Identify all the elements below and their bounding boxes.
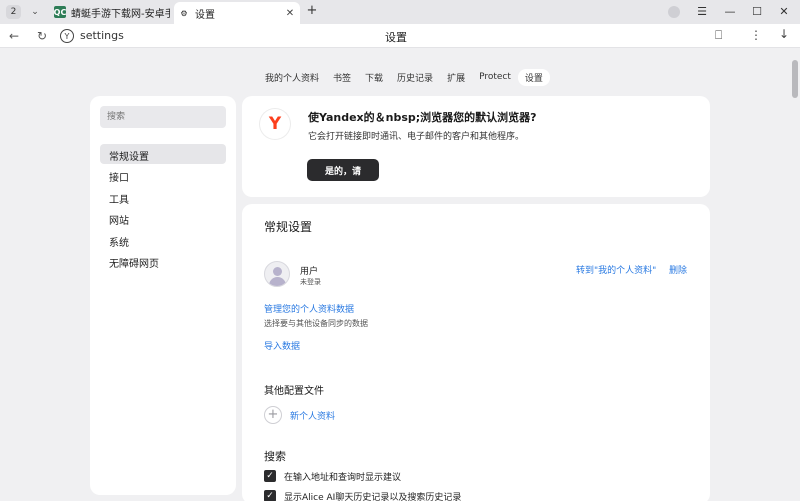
url-text[interactable]: settings (80, 29, 124, 42)
nav-tab-protect[interactable]: Protect (472, 70, 518, 84)
download-icon[interactable]: ↓ (779, 27, 789, 41)
delete-user-link[interactable]: 删除 (669, 263, 687, 276)
search-section-title: 搜索 (264, 450, 286, 463)
page-title: 设置 (385, 31, 407, 44)
tab-count-badge[interactable]: 2 (6, 5, 21, 19)
profile-icon[interactable] (668, 6, 680, 18)
settings-sidebar: 常规设置 接口 工具 网站 系统 无障碍网页 (90, 96, 236, 495)
search-suggestions-checkbox[interactable]: ✓ (264, 470, 276, 482)
user-status: 未登录 (300, 278, 321, 286)
alice-history-label: 显示Alice AI聊天历史记录以及搜索历史记录 (284, 493, 462, 501)
sidebar-item-interface[interactable]: 接口 (100, 165, 226, 185)
default-browser-card: Y 使Yandex的＆nbsp;浏览器您的默认浏览器? 它会打开链接即时通讯、电… (242, 96, 710, 197)
tab-download-site[interactable]: QC 蜻蜓手游下载网-安卓手游 (50, 2, 170, 22)
general-settings-title: 常规设置 (264, 220, 313, 234)
yandex-logo-icon: Y (260, 109, 290, 139)
tab-title: 蜻蜓手游下载网-安卓手游 (71, 8, 170, 20)
minimize-button[interactable]: — (720, 3, 740, 21)
tab-title: 设置 (195, 9, 215, 21)
import-data-link[interactable]: 导入数据 (264, 339, 300, 352)
add-profile-icon[interactable]: + (264, 406, 282, 424)
new-profile-link[interactable]: 新个人资料 (290, 409, 335, 422)
set-default-button[interactable]: 是的，请 (307, 159, 379, 181)
alice-history-checkbox[interactable]: ✓ (264, 490, 276, 501)
site-favicon-icon: QC (53, 6, 67, 18)
settings-nav: 我的个人资料 书签 下载 历史记录 扩展 Protect 设置 (258, 68, 550, 86)
yandex-badge-icon[interactable]: Y (60, 29, 74, 43)
tab-settings[interactable]: ⚙ 设置 ✕ (174, 2, 300, 24)
maximize-button[interactable]: ☐ (747, 3, 767, 21)
nav-tab-bookmarks[interactable]: 书签 (326, 69, 358, 86)
search-input[interactable] (100, 106, 226, 128)
other-profiles-title: 其他配置文件 (264, 386, 324, 397)
nav-tab-extensions[interactable]: 扩展 (440, 69, 472, 86)
search-suggestions-label: 在输入地址和查询时显示建议 (284, 473, 402, 483)
sidebar-item-general[interactable]: 常规设置 (100, 144, 226, 164)
nav-tab-history[interactable]: 历史记录 (390, 69, 440, 86)
avatar (264, 261, 290, 287)
sidebar-item-tools[interactable]: 工具 (100, 187, 226, 207)
sidebar-item-sites[interactable]: 网站 (100, 208, 226, 228)
general-settings-card: 常规设置 用户 未登录 转到"我的个人资料" 删除 管理您的个人资料数据 选择要… (242, 204, 710, 501)
default-browser-description: 它会打开链接即时通讯、电子邮件的客户和其他程序。 (308, 132, 525, 142)
chevron-down-icon[interactable]: ⌄ (28, 5, 42, 19)
nav-tab-settings[interactable]: 设置 (517, 68, 550, 86)
back-icon[interactable]: ← (6, 28, 22, 44)
tab-strip: 2 ⌄ QC 蜻蜓手游下载网-安卓手游 ⚙ 设置 ✕ + ☰ — ☐ ✕ (0, 0, 800, 24)
reload-icon[interactable]: ↻ (34, 28, 50, 44)
close-tab-icon[interactable]: ✕ (283, 8, 297, 19)
default-browser-title: 使Yandex的＆nbsp;浏览器您的默认浏览器? (308, 111, 537, 124)
go-to-profile-link[interactable]: 转到"我的个人资料" (576, 263, 656, 276)
more-icon[interactable]: ⋮ (750, 28, 762, 42)
nav-tab-downloads[interactable]: 下载 (358, 69, 390, 86)
gear-icon: ⚙ (180, 8, 188, 18)
bookmark-icon[interactable]: ⎕ (715, 28, 722, 43)
sidebar-item-system[interactable]: 系统 (100, 230, 226, 250)
sidebar-item-accessibility[interactable]: 无障碍网页 (100, 251, 226, 271)
manage-profile-data-link[interactable]: 管理您的个人资料数据 (264, 302, 354, 315)
user-name: 用户 (300, 267, 319, 277)
menu-icon[interactable]: ☰ (692, 3, 712, 21)
close-window-button[interactable]: ✕ (774, 3, 794, 21)
new-tab-button[interactable]: + (305, 4, 319, 18)
nav-tab-profile[interactable]: 我的个人资料 (258, 69, 326, 86)
page-scrollbar[interactable] (792, 60, 798, 98)
manage-profile-hint: 选择要与其他设备同步的数据 (264, 319, 368, 328)
